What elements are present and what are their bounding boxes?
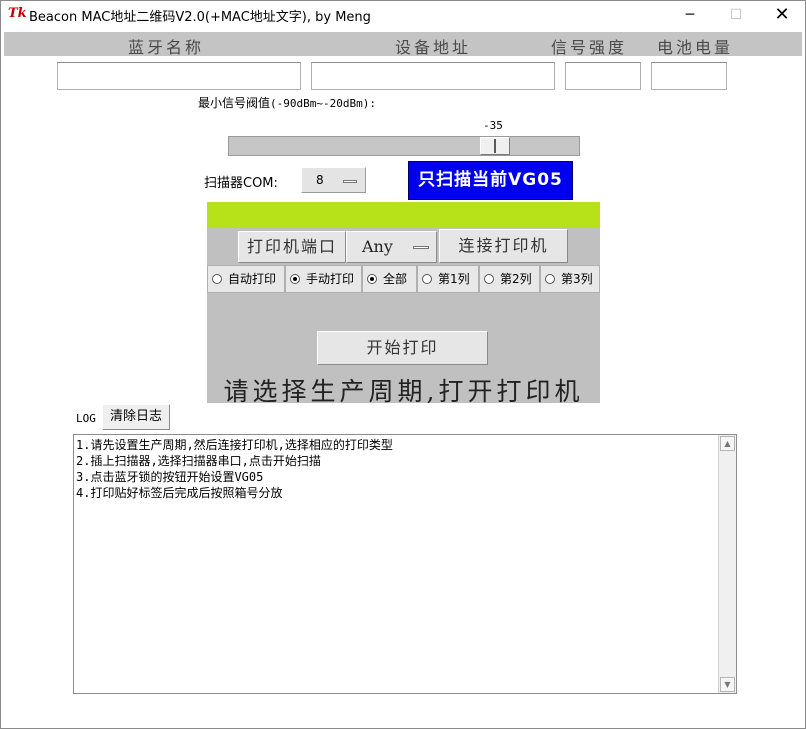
log-line: 2.插上扫描器,选择扫描器串口,点击开始扫描 bbox=[76, 454, 321, 468]
printer-port-value: Any bbox=[362, 237, 393, 256]
radio-column-1[interactable]: 第1列 bbox=[417, 265, 479, 293]
slider-value: -35 bbox=[483, 119, 503, 132]
scroll-up-arrow-icon[interactable]: ▲ bbox=[720, 436, 735, 451]
radio-all[interactable]: 全部 bbox=[362, 265, 417, 293]
option-menu-indicator-icon bbox=[413, 246, 429, 249]
clear-log-button[interactable]: 清除日志 bbox=[102, 404, 170, 430]
threshold-label: 最小信号阀值(-90dBm~-20dBm): bbox=[198, 94, 376, 111]
maximize-button[interactable]: ☐ bbox=[713, 1, 759, 29]
tk-feather-icon: Tk bbox=[8, 6, 27, 21]
slider-trough[interactable] bbox=[228, 136, 580, 156]
header-signal-strength: 信号强度 bbox=[551, 38, 628, 57]
title-bar[interactable]: Tk Beacon MAC地址二维码V2.0(+MAC地址文字), by Men… bbox=[1, 1, 805, 29]
printer-port-button[interactable]: 打印机端口 bbox=[238, 231, 346, 263]
scan-vg05-button[interactable]: 只扫描当前VG05 bbox=[408, 161, 573, 200]
radio-indicator-icon bbox=[545, 274, 555, 284]
column-header-bar: 蓝牙名称 设备地址 信号强度 电池电量 bbox=[4, 32, 802, 57]
scanner-com-select[interactable]: 8 bbox=[301, 167, 366, 193]
scanner-com-value: 8 bbox=[316, 173, 324, 187]
log-line: 3.点击蓝牙锁的按钮开始设置VG05 bbox=[76, 470, 264, 484]
signal-threshold-slider[interactable]: -35 bbox=[227, 115, 581, 159]
printer-port-select[interactable]: Any bbox=[346, 231, 437, 263]
radio-column-2[interactable]: 第2列 bbox=[479, 265, 540, 293]
connect-printer-button[interactable]: 连接打印机 bbox=[439, 229, 568, 263]
client-area: 蓝牙名称 设备地址 信号强度 电池电量 最小信号阀值(-90dBm~-20dBm… bbox=[1, 29, 805, 728]
status-color-bar bbox=[207, 202, 600, 228]
radio-indicator-icon bbox=[367, 274, 377, 284]
radio-manual-print-label: 手动打印 bbox=[306, 272, 355, 286]
printer-panel: 打印机端口 Any 连接打印机 自动打印 手动打印 全部 第1列 第2列 第3列… bbox=[207, 202, 600, 406]
log-label: LOG bbox=[76, 412, 96, 425]
minimize-button[interactable]: ─ bbox=[667, 1, 713, 29]
minimize-icon: ─ bbox=[685, 7, 695, 23]
scanner-com-label: 扫描器COM: bbox=[204, 176, 278, 191]
bluetooth-name-field[interactable] bbox=[57, 62, 301, 90]
radio-column-3-label: 第3列 bbox=[561, 272, 593, 286]
radio-column-3[interactable]: 第3列 bbox=[540, 265, 600, 293]
scroll-down-arrow-icon[interactable]: ▼ bbox=[720, 677, 735, 692]
close-icon: ✕ bbox=[774, 4, 790, 25]
radio-indicator-icon bbox=[484, 274, 494, 284]
radio-indicator-icon bbox=[422, 274, 432, 284]
battery-level-field[interactable] bbox=[651, 62, 727, 90]
header-bluetooth-name: 蓝牙名称 bbox=[128, 38, 205, 57]
header-battery-level: 电池电量 bbox=[657, 38, 734, 57]
radio-indicator-icon bbox=[290, 274, 300, 284]
radio-column-1-label: 第1列 bbox=[438, 272, 470, 286]
option-menu-indicator-icon bbox=[343, 180, 357, 183]
slider-thumb[interactable] bbox=[480, 137, 510, 155]
print-mode-radio-row: 自动打印 手动打印 全部 第1列 第2列 第3列 bbox=[207, 265, 600, 293]
app-window: Tk Beacon MAC地址二维码V2.0(+MAC地址文字), by Men… bbox=[0, 0, 806, 729]
header-device-address: 设备地址 bbox=[395, 38, 472, 57]
radio-column-2-label: 第2列 bbox=[500, 272, 532, 286]
radio-manual-print[interactable]: 手动打印 bbox=[285, 265, 362, 293]
radio-auto-print-label: 自动打印 bbox=[228, 272, 277, 286]
radio-all-label: 全部 bbox=[383, 272, 408, 286]
device-address-field[interactable] bbox=[311, 62, 555, 90]
log-line: 1.请先设置生产周期,然后连接打印机,选择相应的打印类型 bbox=[76, 438, 393, 452]
printer-status-text: 请选择生产周期,打开打印机 bbox=[223, 377, 584, 406]
maximize-icon: ☐ bbox=[729, 7, 743, 23]
signal-strength-field[interactable] bbox=[565, 62, 641, 90]
log-scrollbar[interactable]: ▲ ▼ bbox=[718, 435, 736, 693]
close-button[interactable]: ✕ bbox=[759, 1, 805, 29]
radio-auto-print[interactable]: 自动打印 bbox=[207, 265, 285, 293]
window-title: Beacon MAC地址二维码V2.0(+MAC地址文字), by Meng bbox=[29, 10, 371, 25]
log-lines: 1.请先设置生产周期,然后连接打印机,选择相应的打印类型 2.插上扫描器,选择扫… bbox=[76, 437, 393, 501]
threshold-range-text: (-90dBm~-20dBm): bbox=[270, 97, 376, 110]
log-textarea[interactable]: 1.请先设置生产周期,然后连接打印机,选择相应的打印类型 2.插上扫描器,选择扫… bbox=[73, 434, 737, 694]
start-print-button[interactable]: 开始打印 bbox=[317, 331, 488, 365]
threshold-label-text: 最小信号阀值 bbox=[198, 96, 271, 110]
radio-indicator-icon bbox=[212, 274, 222, 284]
log-line: 4.打印贴好标签后完成后按照箱号分放 bbox=[76, 486, 283, 500]
